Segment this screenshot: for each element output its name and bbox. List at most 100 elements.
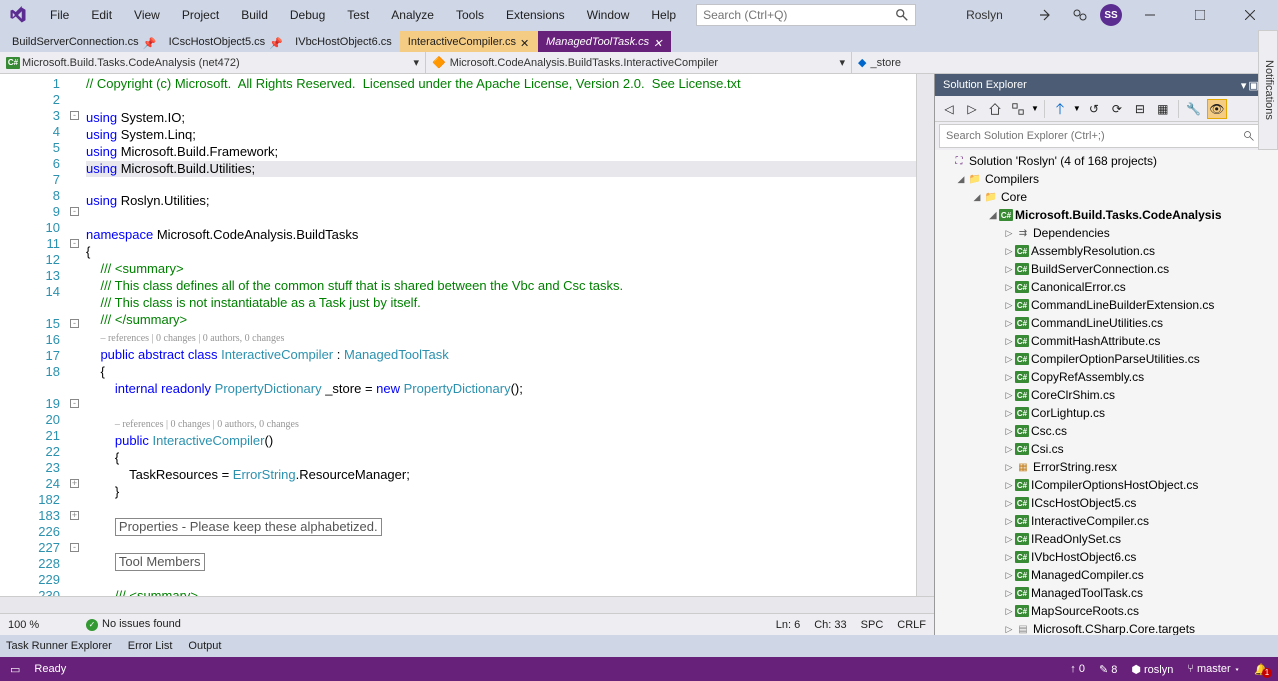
refresh-button[interactable]: ⟳ [1107, 99, 1127, 119]
expander-icon[interactable]: ▷ [1003, 300, 1015, 311]
notifications-side-tab[interactable]: Notifications [1258, 30, 1278, 150]
tree-row[interactable]: ▷C#BuildServerConnection.cs [935, 260, 1278, 278]
expander-icon[interactable]: ▷ [1003, 498, 1015, 509]
expander-icon[interactable]: ▷ [1003, 534, 1015, 545]
collapse-all-button[interactable]: ⊟ [1130, 99, 1150, 119]
search-input[interactable] [703, 8, 895, 22]
tree-row[interactable]: ▷C#CanonicalError.cs [935, 278, 1278, 296]
quick-search[interactable] [696, 4, 916, 26]
tree-row[interactable]: ◢C#Microsoft.Build.Tasks.CodeAnalysis [935, 206, 1278, 224]
menu-tools[interactable]: Tools [446, 4, 494, 26]
expander-icon[interactable]: ▷ [1003, 426, 1015, 437]
pending-changes-indicator[interactable]: ✎ 8 [1099, 663, 1117, 676]
tree-row[interactable]: ▷▦ErrorString.resx [935, 458, 1278, 476]
tree-row[interactable]: ▷C#Csi.cs [935, 440, 1278, 458]
properties-button[interactable]: 🔧 [1184, 99, 1204, 119]
menu-test[interactable]: Test [337, 4, 379, 26]
document-tab[interactable]: BuildServerConnection.cs📌 [4, 31, 161, 52]
expander-icon[interactable]: ▷ [1003, 462, 1015, 473]
expander-icon[interactable]: ▷ [1003, 570, 1015, 581]
whitespace-mode[interactable]: SPC [861, 619, 884, 631]
forward-button[interactable]: ▷ [962, 99, 982, 119]
close-icon[interactable]: ✕ [653, 37, 663, 47]
solution-search-input[interactable] [946, 130, 1243, 142]
tree-row[interactable]: ▷C#ManagedCompiler.cs [935, 566, 1278, 584]
tool-window-tab[interactable]: Output [188, 640, 221, 652]
branch-indicator[interactable]: ⑂ master ▾ [1187, 663, 1240, 675]
zoom-level[interactable]: 100 % [8, 619, 72, 631]
expander-icon[interactable]: ◢ [987, 210, 999, 221]
expander-icon[interactable]: ▷ [1003, 264, 1015, 275]
output-window-icon[interactable]: ▭ [10, 663, 20, 676]
tree-row[interactable]: ▷C#Csc.cs [935, 422, 1278, 440]
expander-icon[interactable]: ◢ [971, 192, 983, 203]
line-ending-mode[interactable]: CRLF [897, 619, 926, 631]
tree-row[interactable]: ▷C#ICscHostObject5.cs [935, 494, 1278, 512]
document-tab[interactable]: IVbcHostObject6.cs [287, 31, 400, 52]
menu-window[interactable]: Window [577, 4, 640, 26]
chevron-down-icon[interactable]: ▼ [1073, 104, 1081, 113]
tree-row[interactable]: ▷C#CoreClrShim.cs [935, 386, 1278, 404]
nav-member-combo[interactable]: ◆ _store ▾ [852, 52, 1278, 74]
document-tab[interactable]: InteractiveCompiler.cs✕ [400, 31, 538, 52]
pin-icon[interactable]: 📌 [143, 37, 153, 47]
code-text-area[interactable]: // Copyright (c) Microsoft. All Rights R… [86, 74, 916, 596]
pin-icon[interactable]: 📌 [269, 37, 279, 47]
home-button[interactable] [985, 99, 1005, 119]
close-button[interactable] [1228, 1, 1272, 29]
pending-changes-filter-button[interactable] [1050, 99, 1070, 119]
horizontal-scrollbar[interactable] [0, 596, 934, 613]
expander-icon[interactable]: ▷ [1003, 588, 1015, 599]
expander-icon[interactable]: ▷ [1003, 444, 1015, 455]
tree-row[interactable]: ▷C#AssemblyResolution.cs [935, 242, 1278, 260]
expander-icon[interactable]: ▷ [1003, 282, 1015, 293]
menu-build[interactable]: Build [231, 4, 278, 26]
tree-row[interactable]: ▷C#CorLightup.cs [935, 404, 1278, 422]
expander-icon[interactable]: ▷ [1003, 372, 1015, 383]
menu-edit[interactable]: Edit [81, 4, 122, 26]
expander-icon[interactable]: ▷ [1003, 228, 1015, 239]
fold-toggle[interactable]: - [70, 207, 79, 216]
fold-toggle[interactable]: - [70, 543, 79, 552]
menu-debug[interactable]: Debug [280, 4, 335, 26]
live-share-icon[interactable] [1032, 3, 1060, 27]
menu-help[interactable]: Help [641, 4, 686, 26]
maximize-button[interactable] [1178, 1, 1222, 29]
feedback-icon[interactable] [1066, 3, 1094, 27]
switch-views-button[interactable] [1008, 99, 1028, 119]
sync-button[interactable]: ↺ [1084, 99, 1104, 119]
vertical-scrollbar[interactable] [916, 74, 934, 596]
tool-window-tab[interactable]: Error List [128, 640, 173, 652]
expander-icon[interactable]: ▷ [1003, 408, 1015, 419]
expander-icon[interactable]: ▷ [1003, 516, 1015, 527]
expander-icon[interactable]: ◢ [955, 174, 967, 185]
chevron-down-icon[interactable]: ▼ [1031, 104, 1039, 113]
tree-row[interactable]: ▷C#CopyRefAssembly.cs [935, 368, 1278, 386]
tree-row[interactable]: ▷C#InteractiveCompiler.cs [935, 512, 1278, 530]
preview-button[interactable]: 👁 [1207, 99, 1227, 119]
nav-project-combo[interactable]: C# Microsoft.Build.Tasks.CodeAnalysis (n… [0, 52, 426, 74]
tree-row[interactable]: ▷C#IVbcHostObject6.cs [935, 548, 1278, 566]
back-button[interactable]: ◁ [939, 99, 959, 119]
issues-indicator[interactable]: ✓No issues found [86, 618, 181, 631]
tree-row[interactable]: ◢📁Compilers [935, 170, 1278, 188]
expander-icon[interactable]: ▷ [1003, 246, 1015, 257]
solution-explorer-search[interactable]: ▼ [939, 124, 1274, 148]
tree-row[interactable]: ▷C#MapSourceRoots.cs [935, 602, 1278, 620]
minimize-button[interactable] [1128, 1, 1172, 29]
expander-icon[interactable]: ▷ [1003, 624, 1015, 635]
publish-indicator[interactable]: ↑ 0 [1070, 663, 1085, 675]
menu-analyze[interactable]: Analyze [381, 4, 444, 26]
fold-toggle[interactable]: - [70, 319, 79, 328]
expander-icon[interactable]: ▷ [1003, 318, 1015, 329]
show-all-files-button[interactable]: ▦ [1153, 99, 1173, 119]
tree-row[interactable]: ▷C#CommandLineBuilderExtension.cs [935, 296, 1278, 314]
nav-class-combo[interactable]: 🔶 Microsoft.CodeAnalysis.BuildTasks.Inte… [426, 52, 852, 74]
tree-row[interactable]: ▷C#ICompilerOptionsHostObject.cs [935, 476, 1278, 494]
tree-row[interactable]: ▷C#CommitHashAttribute.cs [935, 332, 1278, 350]
tree-row[interactable]: ⛶Solution 'Roslyn' (4 of 168 projects) [935, 152, 1278, 170]
tree-row[interactable]: ▷C#CompilerOptionParseUtilities.cs [935, 350, 1278, 368]
tree-row[interactable]: ▷C#CommandLineUtilities.cs [935, 314, 1278, 332]
notifications-button[interactable]: 🔔1 [1254, 663, 1268, 676]
repository-indicator[interactable]: ⬢ roslyn [1131, 663, 1173, 676]
